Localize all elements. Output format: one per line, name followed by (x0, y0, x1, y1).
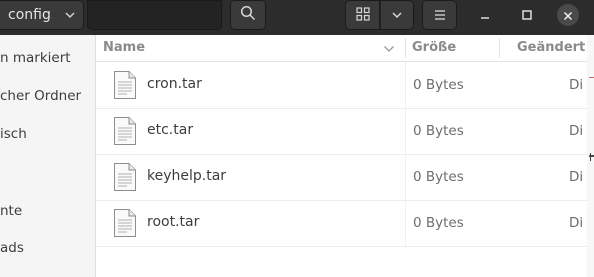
column-divider (405, 108, 406, 154)
minimize-button[interactable] (470, 0, 500, 30)
view-options-button[interactable] (380, 0, 414, 30)
file-row[interactable]: root.tar 0 Bytes Di (96, 200, 594, 247)
file-name: root.tar (147, 214, 200, 230)
file-modified: Di (569, 123, 584, 139)
chevron-down-icon (391, 6, 403, 25)
sidebar-item-downloads[interactable]: ads (0, 235, 95, 263)
sidebar-item-desktop[interactable]: isch (0, 121, 95, 149)
sidebar-item-label: isch (0, 126, 27, 142)
sidebar-item-label: n markiert (0, 50, 71, 66)
places-sidebar: n markiert cher Ordner isch nte ads (0, 35, 96, 277)
hamburger-menu-icon (433, 6, 447, 25)
file-modified: Di (569, 77, 584, 93)
text-file-icon (113, 162, 137, 192)
column-divider (405, 154, 406, 200)
file-modified: Di (569, 215, 584, 231)
close-button-circle (557, 4, 579, 26)
column-divider (405, 200, 406, 246)
search-input[interactable] (87, 0, 222, 30)
column-header-size[interactable]: Größe (412, 40, 456, 55)
file-name: keyhelp.tar (147, 168, 227, 184)
file-size: 0 Bytes (413, 169, 464, 185)
file-name: cron.tar (147, 76, 202, 92)
column-divider (405, 62, 406, 108)
sidebar-item-documents[interactable]: nte (0, 198, 95, 226)
path-bar-label: config (8, 7, 51, 23)
search-icon (240, 5, 256, 25)
file-modified: Di (569, 169, 584, 185)
file-size: 0 Bytes (413, 77, 464, 93)
file-row[interactable]: etc.tar 0 Bytes Di (96, 108, 594, 155)
file-name: etc.tar (147, 122, 194, 138)
chevron-down-icon[interactable] (64, 9, 76, 25)
column-header-modified[interactable]: Geändert (517, 40, 585, 55)
main-menu-button[interactable] (422, 0, 457, 30)
maximize-icon (521, 6, 533, 25)
text-file-icon (113, 208, 137, 238)
column-divider[interactable] (405, 38, 406, 58)
grid-view-button[interactable] (345, 0, 380, 30)
file-list-view: Name Größe Geändert cron.tar 0 Bytes Di … (96, 35, 594, 277)
maximize-button[interactable] (512, 0, 542, 30)
grid-view-icon (355, 6, 370, 25)
background-window-text: h (589, 151, 594, 164)
file-size: 0 Bytes (413, 123, 464, 139)
file-row[interactable]: keyhelp.tar 0 Bytes Di (96, 154, 594, 201)
sidebar-item-starred[interactable]: n markiert (0, 45, 95, 73)
text-file-icon (113, 116, 137, 146)
search-button[interactable] (230, 0, 266, 30)
path-bar-button[interactable]: config (0, 0, 84, 30)
sidebar-item-label: ads (0, 240, 24, 256)
sidebar-item-personal-folder[interactable]: cher Ordner (0, 83, 95, 111)
sidebar-item-label: cher Ordner (0, 88, 82, 104)
column-divider[interactable] (499, 38, 500, 58)
column-header-name[interactable]: Name (103, 40, 145, 55)
sidebar-item-label: nte (0, 203, 23, 219)
background-window-line (589, 77, 594, 78)
sort-chevron-down-icon (383, 43, 395, 58)
text-file-icon (113, 70, 137, 100)
column-header-row: Name Größe Geändert (96, 35, 594, 62)
close-button[interactable] (553, 0, 583, 30)
file-size: 0 Bytes (413, 215, 464, 231)
file-row[interactable]: cron.tar 0 Bytes Di (96, 62, 594, 109)
close-icon (563, 6, 573, 25)
minimize-icon (479, 6, 491, 25)
header-bar: config (0, 0, 594, 35)
